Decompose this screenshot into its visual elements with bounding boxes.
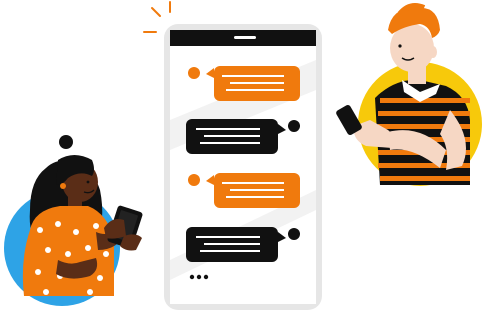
avatar-dot [188, 174, 200, 186]
man-with-phone [336, 3, 482, 186]
woman-with-phone [4, 135, 143, 306]
typing-indicator [189, 274, 209, 280]
avatar-dot [288, 228, 300, 240]
sparkle-icon [143, 1, 171, 33]
phone-speaker [234, 36, 256, 39]
avatar-dot [288, 120, 300, 132]
avatar-dot [188, 67, 200, 79]
messaging-illustration [4, 1, 482, 310]
